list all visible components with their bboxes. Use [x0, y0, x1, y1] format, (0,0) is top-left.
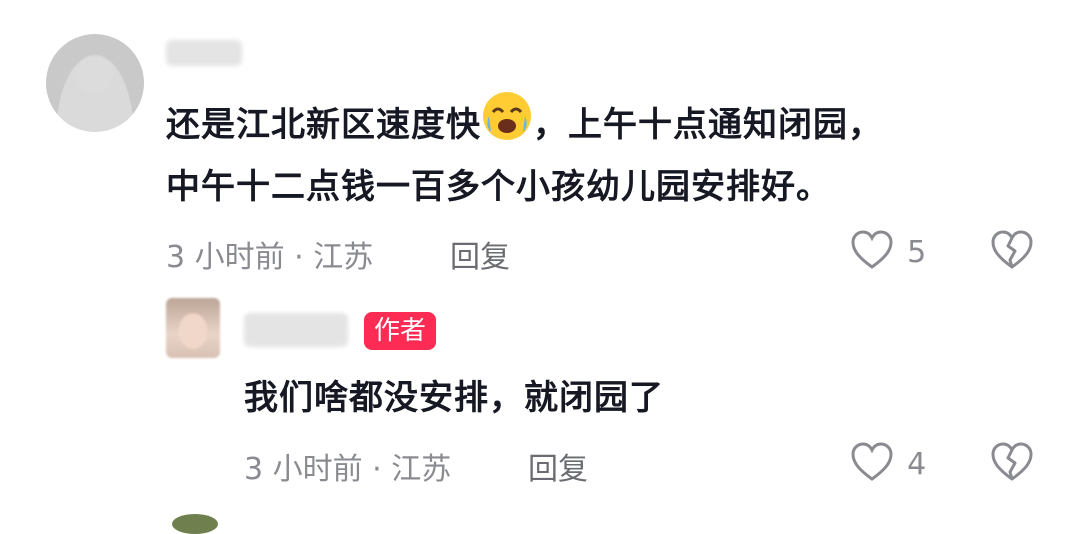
reply-button[interactable]: 回复 — [450, 232, 510, 276]
comment-meta: 3 小时前 · 江苏 — [166, 240, 374, 275]
commenter-avatar[interactable] — [46, 34, 144, 132]
reply-like-count: 4 — [907, 446, 927, 482]
reply-to-reply-button[interactable]: 回复 — [528, 444, 588, 488]
like-count: 5 — [907, 234, 927, 270]
commenter-name-blurred[interactable] — [166, 40, 242, 66]
broken-heart-icon — [990, 230, 1034, 274]
author-name-blurred[interactable] — [244, 313, 348, 347]
reply-meta: 3 小时前 · 江苏 — [244, 452, 452, 487]
reply-like-button[interactable]: 4 — [850, 442, 926, 486]
reply-text: 我们啥都没安排，就闭园了 — [244, 378, 664, 418]
like-button[interactable]: 5 — [850, 230, 926, 274]
comment-text-line-1: 还是江北新区速度快 ，上午十点通知闭园， — [166, 90, 883, 161]
author-avatar[interactable] — [166, 298, 220, 358]
reply-dislike-button[interactable] — [990, 442, 1034, 486]
author-tag: 作者 — [364, 312, 437, 350]
crying-laughing-emoji-icon — [481, 90, 533, 161]
broken-heart-icon — [990, 442, 1034, 486]
dislike-button[interactable] — [990, 230, 1034, 274]
next-comment-avatar[interactable] — [172, 514, 218, 534]
comment-text-line-2: 中午十二点钱一百多个小孩幼儿园安排好。 — [166, 167, 831, 207]
heart-icon — [850, 442, 894, 486]
heart-icon — [850, 230, 894, 274]
